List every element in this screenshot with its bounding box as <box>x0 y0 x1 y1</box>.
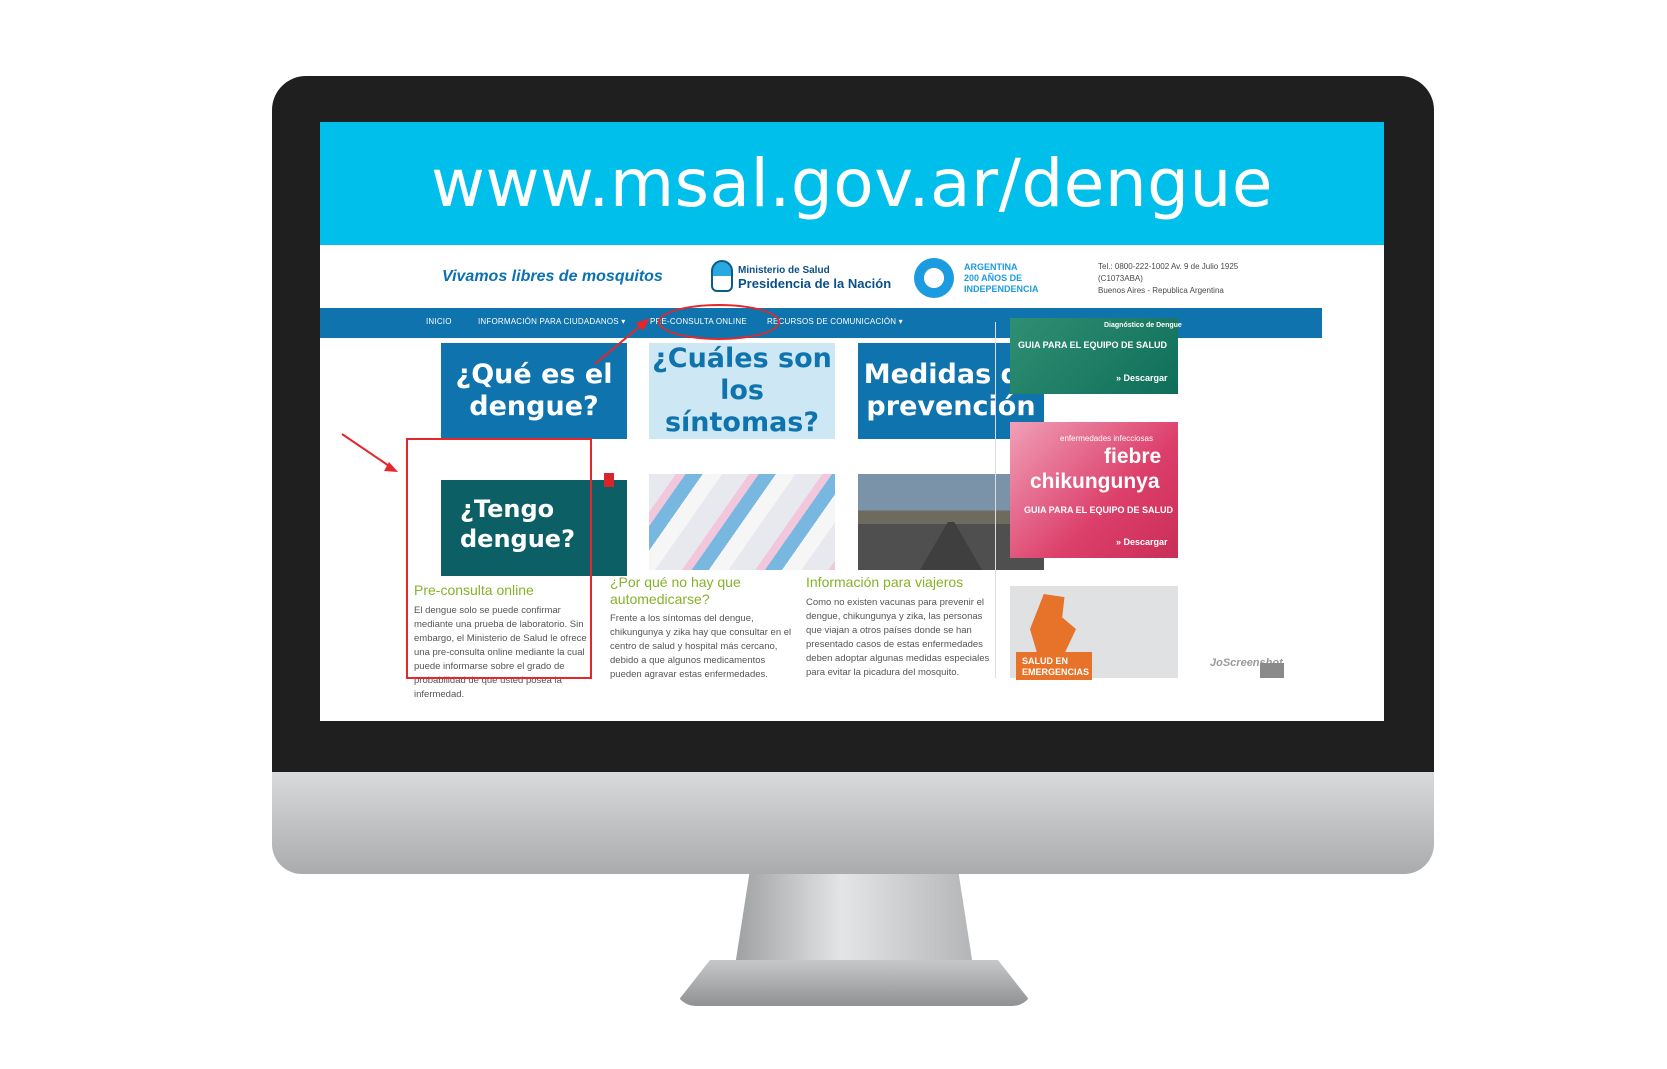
emergencias-line-2: EMERGENCIAS <box>1022 667 1090 677</box>
tile-line: dengue? <box>469 391 599 422</box>
card-text-viajeros: Como no existen vacunas para prevenir el… <box>806 597 990 678</box>
tile-sintomas[interactable]: ¿Cuáles son los síntomas? <box>649 343 835 439</box>
corner-square <box>1260 663 1284 678</box>
url-banner: www.msal.gov.ar/dengue <box>320 122 1384 245</box>
nav-item-recursos[interactable]: RECURSOS DE COMUNICACIÓN ▾ <box>767 317 903 326</box>
monitor-screen: www.msal.gov.ar/dengue Vivamos libres de… <box>320 122 1384 721</box>
nav-item-inicio[interactable]: INICIO <box>426 317 452 326</box>
tile-line: ¿Cuáles son <box>652 343 832 374</box>
slogan-bold: libres de mosquitos <box>511 268 663 285</box>
arrow-head-icon <box>384 462 398 472</box>
bicentennial-line-1: ARGENTINA <box>964 262 1018 272</box>
dengue-guide-download[interactable]: » Descargar <box>1116 373 1168 383</box>
bicentennial-line-2: 200 AÑOS DE <box>964 273 1023 283</box>
monitor-stand-base <box>674 960 1034 1006</box>
coat-of-arms-icon <box>711 260 733 292</box>
slogan-prefix: Vivamos <box>442 268 512 285</box>
ministry-logo[interactable]: Ministerio de Salud Presidencia de la Na… <box>738 265 891 291</box>
chikungunya-title-2: chikungunya <box>1030 470 1160 493</box>
bicentennial-line-3: INDEPENDENCIA <box>964 284 1039 294</box>
monitor-stand <box>735 874 973 966</box>
dengue-guide-caption: Diagnóstico de Dengue <box>1104 322 1182 329</box>
card-text-automedicarse: Frente a los síntomas del dengue, chikun… <box>610 613 792 680</box>
card-title-viajeros[interactable]: Información para viajeros <box>806 574 996 591</box>
slogan[interactable]: Vivamos libres de mosquitos <box>442 268 663 286</box>
arrow-line <box>341 433 393 469</box>
chikungunya-download[interactable]: » Descargar <box>1116 537 1168 547</box>
contact-phone: Tel.: 0800-222-1002 Av. 9 de Julio 1925 <box>1098 262 1239 271</box>
pills-image[interactable] <box>649 474 835 570</box>
contact-city: Buenos Aires - Republica Argentina <box>1098 286 1224 295</box>
contact-postcode: (C1073ABA) <box>1098 274 1143 283</box>
bookmark-tag-icon <box>604 473 614 487</box>
annotation-box <box>406 438 592 679</box>
column-divider <box>995 322 996 678</box>
chikungunya-caption: enfermedades infecciosas <box>1060 434 1153 443</box>
bicentennial-sun-icon <box>914 258 954 298</box>
contact-info: Tel.: 0800-222-1002 Av. 9 de Julio 1925 … <box>1098 261 1238 297</box>
emergencias-line-1: SALUD EN <box>1022 656 1069 666</box>
tile-line: los síntomas? <box>664 375 820 438</box>
url-text: www.msal.gov.ar/dengue <box>431 145 1273 222</box>
emergencias-label: SALUD EN EMERGENCIAS <box>1016 652 1092 680</box>
tile-que-es-dengue[interactable]: ¿Qué es el dengue? <box>441 343 627 439</box>
ministry-name: Ministerio de Salud <box>738 265 830 276</box>
nav-item-informacion[interactable]: INFORMACIÓN PARA CIUDADANOS ▾ <box>478 317 625 326</box>
chikungunya-subtitle: GUIA PARA EL EQUIPO DE SALUD <box>1024 505 1174 515</box>
bicentennial-logo: ARGENTINA 200 AÑOS DE INDEPENDENCIA <box>964 262 1039 295</box>
presidency-name: Presidencia de la Nación <box>738 276 892 291</box>
dengue-guide-title: GUIA PARA EL EQUIPO DE SALUD <box>1018 340 1168 350</box>
card-title-automedicarse[interactable]: ¿Por qué no hay que automedicarse? <box>610 574 760 608</box>
annotation-circle <box>658 304 780 340</box>
chikungunya-title-1: fiebre <box>1104 445 1162 468</box>
tile-line: ¿Qué es el <box>455 359 613 390</box>
tile-line: prevención <box>866 391 1036 422</box>
monitor-chin <box>272 772 1434 874</box>
